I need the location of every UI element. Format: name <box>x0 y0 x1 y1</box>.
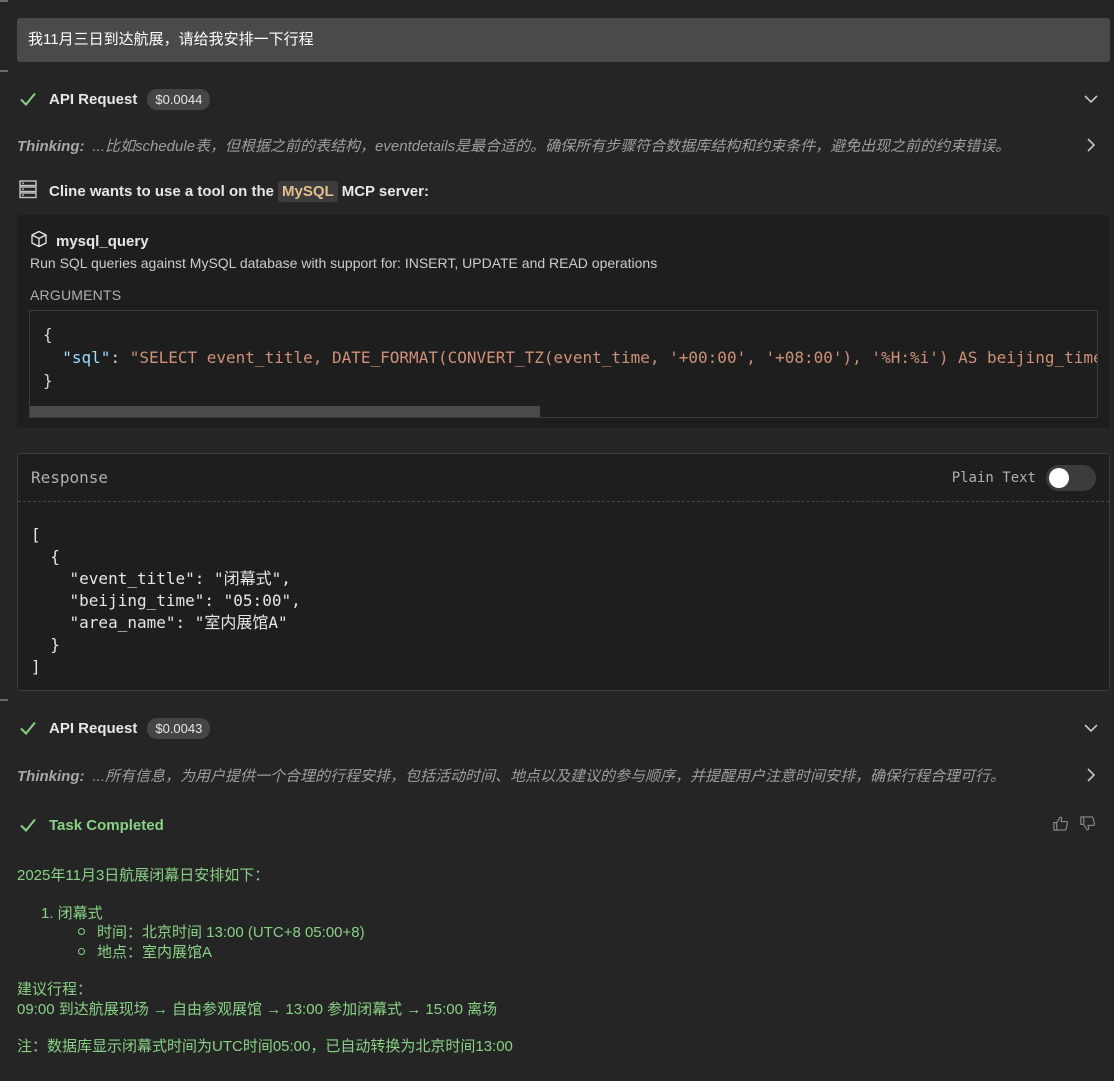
json-key: "sql" <box>62 348 111 367</box>
tool-use-prefix: Cline wants to use a tool on the <box>49 182 275 200</box>
arguments-label: ARGUMENTS <box>30 287 122 303</box>
response-title: Response <box>31 468 109 487</box>
response-card: Response Plain Text [ { "event_title": "… <box>17 453 1110 691</box>
cost-badge: $0.0043 <box>147 717 211 739</box>
check-icon <box>17 88 39 110</box>
thinking-label: Thinking: <box>17 767 85 785</box>
divider-tick <box>0 699 8 701</box>
plain-text-toggle[interactable] <box>1046 464 1096 491</box>
plain-text-label: Plain Text <box>951 469 1036 486</box>
tool-card: mysql_query Run SQL queries against MySQ… <box>17 215 1110 428</box>
check-icon <box>17 814 39 836</box>
horizontal-scrollbar[interactable] <box>30 406 540 417</box>
response-header: Response Plain Text <box>18 454 1109 502</box>
bullet-circle-icon <box>78 928 85 935</box>
tool-name: mysql_query <box>56 232 149 250</box>
chevron-right-icon[interactable] <box>1082 766 1100 784</box>
thumbs-up-icon[interactable] <box>1052 815 1069 835</box>
cost-badge: $0.0044 <box>147 88 211 110</box>
thinking-text: ...所有信息，为用户提供一个合理的行程安排，包括活动时间、地点以及建议的参与顺… <box>92 767 1006 785</box>
api-request-row[interactable]: API Request $0.0043 <box>17 717 1100 739</box>
tool-use-heading: Cline wants to use a tool on the MySQL M… <box>17 178 1100 204</box>
chevron-right-icon[interactable] <box>1082 136 1100 154</box>
task-note: 注：数据库显示闭幕式时间为UTC时间05:00，已自动转换为北京时间13:00 <box>17 1038 513 1055</box>
thinking-text: ...比如schedule表，但根据之前的表结构，eventdetails是最合… <box>92 137 1011 155</box>
user-message: 我11月三日到达航展，请给我安排一下行程 <box>17 18 1110 62</box>
thumbs-down-icon[interactable] <box>1079 815 1096 835</box>
api-request-row[interactable]: API Request $0.0044 <box>17 88 1100 110</box>
mcp-server-name: MySQL <box>278 180 338 202</box>
check-icon <box>17 717 39 739</box>
list-subitem: 地点：室内展馆A <box>78 941 212 962</box>
list-item: 1. 闭幕式 <box>41 905 103 922</box>
response-body: [ { "event_title": "闭幕式", "beijing_time"… <box>31 525 301 676</box>
api-request-title: API Request <box>49 719 138 737</box>
task-completed-title: Task Completed <box>49 816 164 834</box>
cube-icon <box>30 230 56 252</box>
thinking-row[interactable]: Thinking: ...所有信息，为用户提供一个合理的行程安排，包括活动时间、地… <box>17 764 1100 786</box>
task-completed-row: Task Completed <box>17 814 1100 836</box>
server-icon <box>17 178 49 204</box>
json-brace: { <box>43 325 53 344</box>
suggestion-label: 建议行程： <box>17 981 93 998</box>
divider-tick <box>0 70 8 72</box>
thinking-row[interactable]: Thinking: ...比如schedule表，但根据之前的表结构，eventd… <box>17 134 1100 156</box>
chevron-down-icon[interactable] <box>1082 719 1100 737</box>
task-intro: 2025年11月3日航展闭幕日安排如下： <box>17 867 270 884</box>
feedback-buttons <box>1052 815 1096 835</box>
thinking-label: Thinking: <box>17 137 85 155</box>
arguments-code-box[interactable]: { "sql": "SELECT event_title, DATE_FORMA… <box>29 310 1098 418</box>
api-request-title: API Request <box>49 90 138 108</box>
json-brace: } <box>43 371 53 390</box>
tool-description: Run SQL queries against MySQL database w… <box>30 255 658 271</box>
tool-name-row: mysql_query <box>30 230 149 252</box>
list-subitem: 时间：北京时间 13:00 (UTC+8 05:00+8) <box>78 921 365 942</box>
tool-use-suffix: MCP server: <box>341 182 429 200</box>
chevron-down-icon[interactable] <box>1082 90 1100 108</box>
event-time: 时间：北京时间 13:00 (UTC+8 05:00+8) <box>97 924 365 941</box>
arguments-code: { "sql": "SELECT event_title, DATE_FORMA… <box>43 323 1098 392</box>
suggestion-text: 09:00 到达航展现场 → 自由参观展馆 → 13:00 参加闭幕式 → 15… <box>17 1001 498 1018</box>
event-place: 地点：室内展馆A <box>97 944 213 961</box>
divider-tick <box>0 0 8 2</box>
toggle-knob <box>1049 467 1069 488</box>
json-value: "SELECT event_title, DATE_FORMAT(CONVERT… <box>129 348 1098 367</box>
bullet-circle-icon <box>78 948 85 955</box>
